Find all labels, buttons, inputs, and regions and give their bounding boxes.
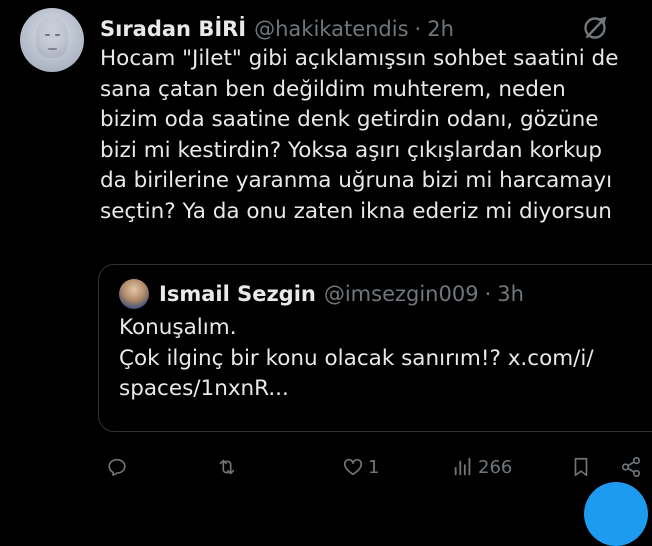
meta-separator: · (484, 282, 492, 306)
retweet-icon (219, 459, 235, 475)
author-avatar[interactable] (20, 8, 84, 72)
retweet-button[interactable] (216, 452, 238, 482)
avatar-eye (55, 34, 60, 36)
tweet-time[interactable]: 2h (427, 17, 454, 41)
quoted-author-name[interactable]: Ismail Sezgin (159, 282, 316, 306)
tweet-header: Sıradan BİRİ @hakikatendis · 2h (100, 14, 454, 44)
like-button[interactable]: 1 (342, 452, 379, 482)
quoted-author-avatar[interactable] (119, 279, 149, 309)
heart-icon (343, 458, 363, 476)
views-icon (454, 457, 471, 476)
quoted-tweet-header: Ismail Sezgin @imsezgin009 · 3h (159, 279, 524, 309)
avatar-mouth (48, 48, 57, 50)
compose-button[interactable] (584, 482, 648, 546)
bookmark-button[interactable] (570, 452, 592, 482)
quoted-tweet-text: Konuşalım. Çok ilginç bir konu olacak sa… (119, 315, 594, 401)
like-count: 1 (368, 456, 380, 478)
quoted-tweet[interactable]: Ismail Sezgin @imsezgin009 · 3h Konuşalı… (98, 264, 652, 432)
share-icon (621, 457, 641, 477)
author-handle[interactable]: @hakikatendis (254, 17, 408, 41)
bookmark-icon (574, 457, 588, 477)
grok-icon[interactable] (580, 13, 610, 43)
share-button[interactable] (620, 452, 642, 482)
views-button[interactable]: 266 (452, 452, 512, 482)
avatar-face (36, 18, 68, 58)
tweet-text: Hocam "Jilet" gibi açıklamışsın sohbet s… (100, 46, 619, 224)
meta-separator: · (414, 17, 422, 41)
avatar-eye (45, 34, 50, 36)
reply-button[interactable] (106, 452, 128, 482)
author-name[interactable]: Sıradan BİRİ (100, 17, 246, 41)
reply-icon (108, 458, 126, 476)
tweet-actions: 1 266 (100, 452, 652, 482)
views-count: 266 (478, 456, 513, 478)
quoted-author-handle[interactable]: @imsezgin009 (324, 282, 479, 306)
quoted-tweet-time[interactable]: 3h (497, 282, 524, 306)
